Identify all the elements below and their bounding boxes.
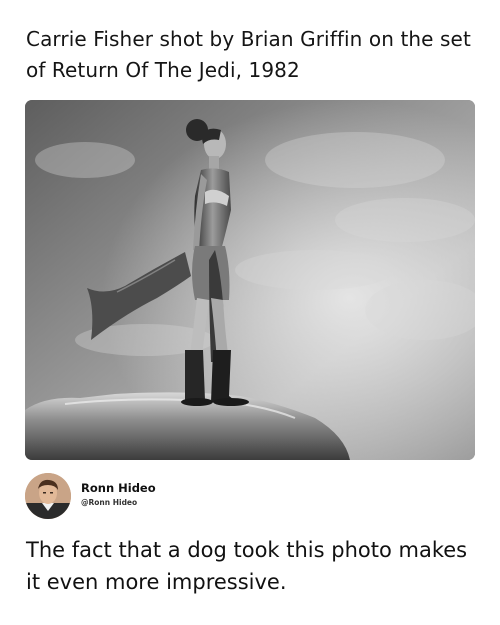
post-caption: The fact that a dog took this photo make… — [26, 538, 468, 594]
author-block: Ronn Hideo @Ronn Hideo — [25, 473, 325, 521]
social-post: Carrie Fisher shot by Brian Griffin on t… — [0, 0, 500, 625]
post-photo — [25, 100, 475, 460]
author-name[interactable]: Ronn Hideo — [81, 481, 156, 495]
photo-image — [25, 100, 475, 460]
author-avatar[interactable] — [25, 473, 71, 519]
avatar-image — [25, 473, 71, 519]
post-headline: Carrie Fisher shot by Brian Griffin on t… — [26, 27, 471, 82]
author-handle[interactable]: @Ronn Hideo — [81, 498, 137, 507]
